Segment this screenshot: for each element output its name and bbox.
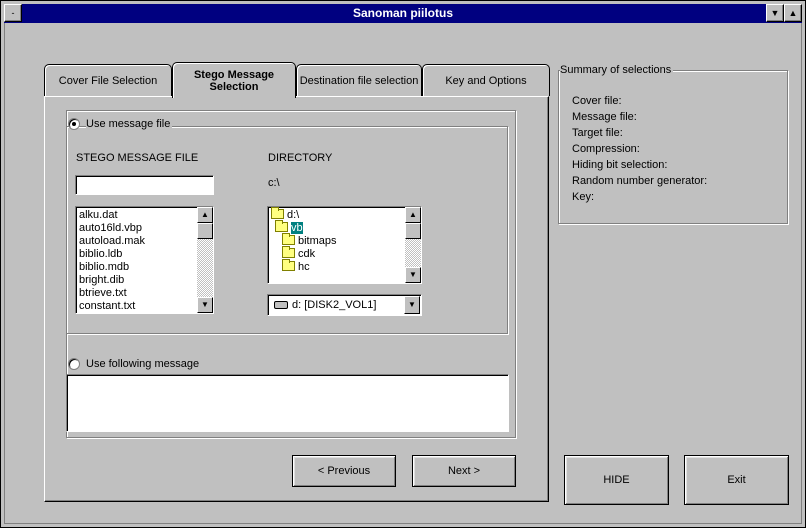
use-following-message-radio[interactable] (68, 358, 80, 370)
tab-key-options-label: Key and Options (445, 74, 527, 87)
open-folder-icon (275, 220, 288, 232)
summary-title: Summary of selections (560, 64, 674, 76)
hide-button[interactable]: HIDE (564, 455, 669, 505)
tab-cover-file-label: Cover File Selection (58, 74, 158, 87)
file-list-item[interactable]: constant.txt (76, 300, 213, 313)
tab-destination-label: Destination file selection (299, 74, 419, 87)
folder-icon (282, 233, 295, 245)
directory-list-item[interactable]: bitmaps (268, 233, 421, 248)
directory-name: d:\ (287, 209, 300, 221)
stego-file-header: STEGO MESSAGE FILE (76, 152, 199, 164)
file-list-item[interactable]: auto16ld.vbp (76, 222, 213, 235)
tab-stego-message-label: Stego Message Selection (193, 68, 275, 93)
summary-list: Cover file: Message file: Target file: Comp… (572, 95, 707, 207)
directory-name: cdk (298, 248, 316, 260)
use-following-message-label: Use following message (86, 358, 200, 370)
directory-list-item[interactable]: d:\ (268, 207, 421, 222)
use-message-file-radio[interactable] (68, 118, 80, 130)
folder-icon (282, 246, 295, 258)
exit-button[interactable]: Exit (684, 455, 789, 505)
file-list-scrollbar[interactable]: ▲ ▼ (197, 207, 213, 313)
summary-line: Key: (572, 191, 595, 203)
previous-button[interactable]: < Previous (292, 455, 396, 487)
tab-key-options[interactable]: Key and Options (422, 64, 550, 96)
tab-stego-message[interactable]: Stego Message Selection (172, 62, 296, 98)
file-list-item[interactable]: biblio.mdb (76, 261, 213, 274)
scroll-thumb[interactable] (197, 223, 213, 239)
summary-line: Random number generator: (572, 175, 708, 187)
summary-line: Compression: (572, 143, 640, 155)
file-list[interactable]: alku.dat auto16ld.vbp autoload.mak biblio.l… (75, 206, 214, 314)
directory-list-item[interactable]: hc (268, 259, 421, 274)
summary-line: Message file: (572, 111, 637, 123)
open-folder-icon (271, 207, 284, 219)
directory-name: hc (298, 261, 310, 273)
minimize-button[interactable]: ▼ (766, 4, 784, 22)
file-list-item[interactable]: autoload.mak (76, 235, 213, 248)
scroll-thumb[interactable] (405, 223, 421, 239)
scroll-up-icon[interactable]: ▲ (405, 207, 421, 223)
directory-name: bitmaps (298, 235, 337, 247)
title-bar[interactable]: - Sanoman piilotus ▼ ▲ (4, 4, 802, 23)
directory-name: vb (291, 222, 303, 234)
file-list-item[interactable]: biblio.ldb (76, 248, 213, 261)
maximize-button[interactable]: ▲ (784, 4, 802, 22)
file-list-item[interactable]: alku.dat (76, 209, 213, 222)
scroll-up-icon[interactable]: ▲ (197, 207, 213, 223)
dropdown-arrow-icon[interactable]: ▼ (404, 296, 420, 314)
drive-select-value: d: [DISK2_VOL1] (292, 299, 377, 311)
directory-list[interactable]: d:\ vb bitmaps cdk hc ▲ ▼ (267, 206, 422, 284)
current-directory-text: c:\ (268, 177, 280, 189)
summary-line: Hiding bit selection: (572, 159, 668, 171)
message-textarea[interactable] (66, 374, 509, 432)
scroll-down-icon[interactable]: ▼ (405, 267, 421, 283)
tab-destination-file[interactable]: Destination file selection (296, 64, 422, 96)
stego-file-input[interactable] (75, 175, 214, 195)
directory-list-scrollbar[interactable]: ▲ ▼ (405, 207, 421, 283)
summary-line: Cover file: (572, 95, 622, 107)
use-message-file-label: Use message file (86, 118, 173, 130)
file-list-item[interactable]: bright.dib (76, 274, 213, 287)
scroll-down-icon[interactable]: ▼ (197, 297, 213, 313)
drive-icon (274, 301, 288, 309)
directory-list-item[interactable]: vb (268, 220, 421, 235)
window-title: Sanoman piilotus (352, 6, 453, 20)
tab-cover-file[interactable]: Cover File Selection (44, 64, 172, 96)
folder-icon (282, 259, 295, 271)
next-button[interactable]: Next > (412, 455, 516, 487)
directory-list-item[interactable]: cdk (268, 246, 421, 261)
summary-line: Target file: (572, 127, 623, 139)
directory-header: DIRECTORY (268, 152, 333, 164)
drive-select[interactable]: d: [DISK2_VOL1] ▼ (267, 294, 422, 316)
file-list-item[interactable]: btrieve.txt (76, 287, 213, 300)
